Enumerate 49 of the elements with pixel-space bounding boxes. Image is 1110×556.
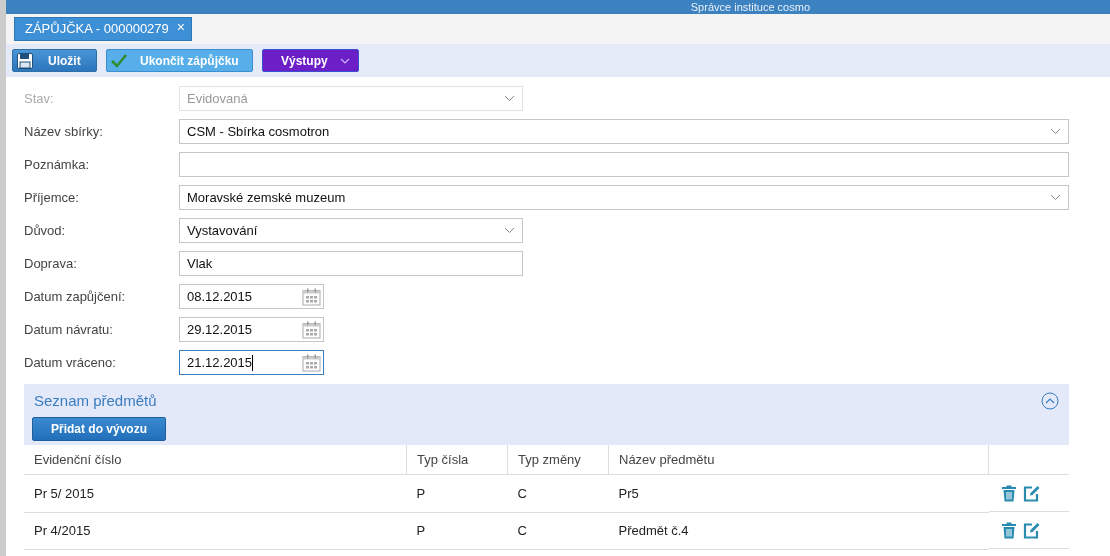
date-field[interactable]: 08.12.2015	[179, 284, 324, 309]
edit-icon[interactable]	[1023, 484, 1041, 502]
checkmark-icon	[110, 52, 128, 69]
dropdown-field[interactable]: Moravské zemské muzeum	[179, 185, 1069, 210]
table-cell: C	[507, 512, 609, 549]
field-label: Datum návratu:	[24, 322, 114, 337]
column-header[interactable]: Typ změny	[507, 445, 609, 475]
table-cell: Pr 4/2015	[24, 512, 407, 549]
table-cell: Pr 5/ 2015	[24, 474, 407, 512]
field-label: Datum vráceno:	[24, 355, 117, 370]
calendar-icon[interactable]	[302, 353, 321, 372]
app-title: Správce instituce cosmo	[690, 1, 810, 13]
chevron-down-icon	[1050, 194, 1061, 201]
edit-icon[interactable]	[1023, 521, 1041, 539]
section-title: Seznam předmětů	[34, 392, 157, 409]
table-cell: Pr5	[608, 474, 989, 512]
tab-label: ZÁPŮJČKA - 000000279	[25, 21, 169, 36]
table-cell: P	[406, 512, 508, 549]
outputs-button[interactable]: Výstupy	[262, 49, 359, 72]
dropdown-field[interactable]: CSM - Sbírka cosmotron	[179, 119, 1069, 144]
caret-icon	[340, 57, 350, 64]
date-field[interactable]: 29.12.2015	[179, 317, 324, 342]
chevron-down-icon	[504, 227, 515, 234]
field-label: Datum zapůjčení:	[24, 289, 127, 304]
date-field[interactable]: 21.12.2015	[179, 350, 324, 375]
field-label: Důvod:	[24, 223, 67, 238]
collapse-icon[interactable]	[1041, 391, 1059, 410]
column-header[interactable]: Typ čísla	[406, 445, 508, 475]
column-header[interactable]: Evidenční číslo	[24, 445, 407, 475]
table-cell: Předmět č.4	[608, 512, 989, 549]
save-button[interactable]: Uložit	[12, 49, 97, 72]
calendar-icon[interactable]	[302, 320, 321, 339]
trash-icon[interactable]	[1001, 484, 1017, 502]
field-label: Příjemce:	[24, 190, 80, 205]
table-cell: P	[406, 474, 508, 512]
add-to-export-button[interactable]: Přidat do vývozu	[32, 417, 167, 441]
column-header[interactable]: Název předmětu	[608, 445, 989, 475]
table-cell: C	[507, 474, 609, 512]
field-label: Poznámka:	[24, 157, 91, 172]
field-label: Název sbírky:	[24, 124, 104, 139]
field-label: Doprava:	[24, 256, 78, 271]
dropdown-field[interactable]: Vystavování	[179, 218, 523, 243]
input-field[interactable]: Vlak	[179, 251, 523, 276]
input-field[interactable]	[179, 152, 1069, 177]
chevron-down-icon	[504, 95, 515, 102]
chevron-down-icon	[1050, 128, 1061, 135]
trash-icon[interactable]	[1001, 521, 1017, 539]
calendar-icon[interactable]	[302, 287, 321, 306]
field-label: Stav:	[24, 91, 55, 106]
